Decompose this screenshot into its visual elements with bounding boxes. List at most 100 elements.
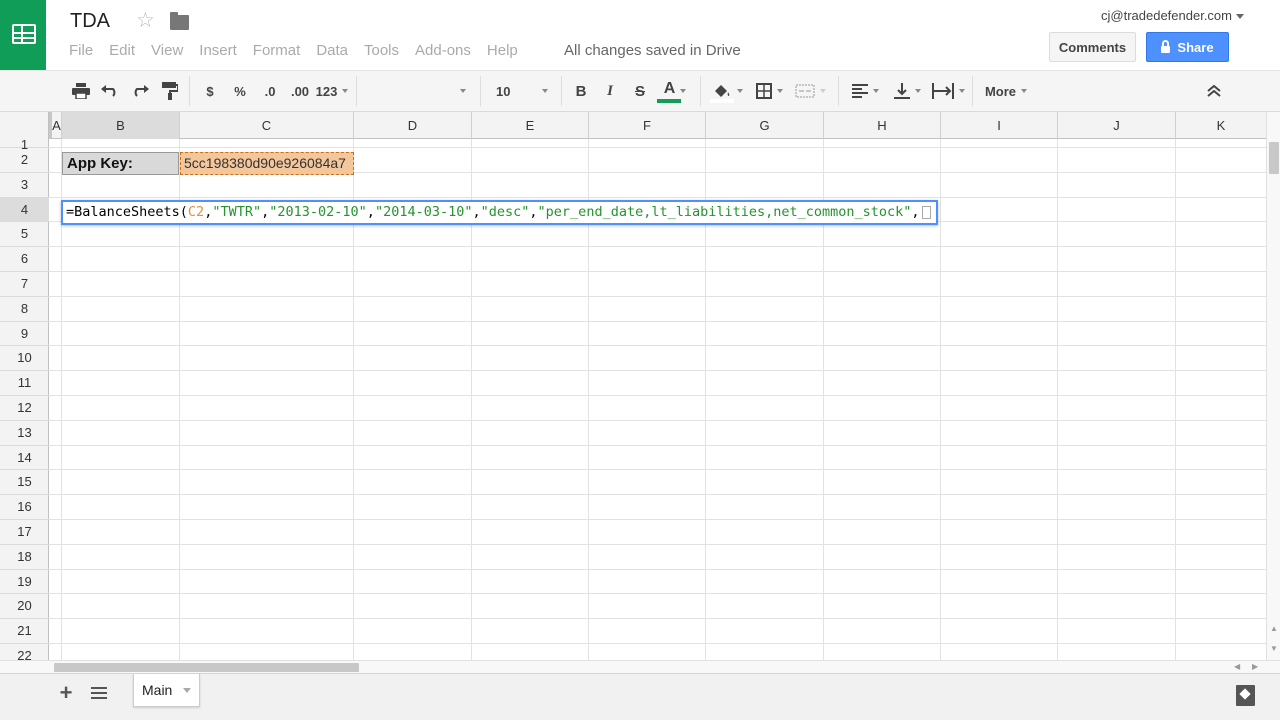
folder-icon[interactable]: [170, 12, 189, 30]
share-button[interactable]: Share: [1146, 32, 1229, 62]
menu-help[interactable]: Help: [479, 42, 526, 60]
vertical-align-button[interactable]: [888, 71, 926, 111]
column-header-g[interactable]: G: [706, 112, 824, 139]
horizontal-scroll-thumb[interactable]: [54, 663, 359, 672]
formula-arg-fields: "per_end_date,lt_liabilities,net_common_…: [537, 204, 912, 220]
menu-format[interactable]: Format: [245, 42, 309, 60]
format-currency-button[interactable]: $: [198, 71, 222, 111]
menu-data[interactable]: Data: [308, 42, 356, 60]
formula-arg-start-date: "2013-02-10": [269, 204, 367, 220]
row-header-8[interactable]: 8: [0, 297, 49, 322]
row-header-22[interactable]: 22: [0, 644, 49, 660]
vertical-scroll-thumb[interactable]: [1269, 142, 1279, 174]
star-icon[interactable]: ☆: [136, 10, 155, 31]
strikethrough-icon[interactable]: S: [629, 71, 651, 111]
scroll-up-icon[interactable]: ▲: [1270, 624, 1278, 634]
row-header-9[interactable]: 9: [0, 322, 49, 347]
row-header-15[interactable]: 15: [0, 470, 49, 496]
chevron-down-icon: [342, 89, 349, 93]
row-header-10[interactable]: 10: [0, 346, 49, 372]
column-header-h[interactable]: H: [824, 112, 941, 139]
italic-icon[interactable]: I: [599, 71, 621, 111]
comments-button[interactable]: Comments: [1049, 32, 1136, 62]
scroll-right-icon[interactable]: ▶: [1252, 662, 1258, 672]
collapse-menus-icon[interactable]: [1203, 71, 1225, 111]
column-header-d[interactable]: D: [354, 112, 472, 139]
scroll-left-icon[interactable]: ◀: [1234, 662, 1240, 672]
format-percent-button[interactable]: %: [228, 71, 252, 111]
formula-separator: ,: [529, 204, 538, 220]
row-header-11[interactable]: 11: [0, 371, 49, 396]
row-header-1[interactable]: 1: [0, 138, 49, 151]
sheet-tab-main[interactable]: Main: [133, 674, 200, 707]
row-header-19[interactable]: 19: [0, 570, 49, 595]
row-header-14[interactable]: 14: [0, 446, 49, 471]
row-header-21[interactable]: 21: [0, 619, 49, 644]
cell-b4-formula-editor[interactable]: =BalanceSheets(C2,"TWTR","2013-02-10","2…: [61, 200, 938, 225]
document-title[interactable]: TDA: [70, 10, 110, 33]
select-all-corner[interactable]: [0, 112, 52, 139]
font-size-value: 10: [496, 83, 511, 99]
column-header-b[interactable]: B: [62, 112, 180, 139]
cell-b2[interactable]: App Key:: [62, 152, 179, 175]
column-header-c[interactable]: C: [180, 112, 354, 139]
account-dropdown-icon[interactable]: [1236, 14, 1244, 19]
column-header-a[interactable]: A: [52, 112, 62, 139]
row-header-2[interactable]: 2: [0, 148, 49, 173]
decrease-decimals-button[interactable]: .0: [256, 71, 284, 111]
menu-file[interactable]: File: [61, 42, 101, 60]
horizontal-align-button[interactable]: [846, 71, 884, 111]
cell-area[interactable]: App Key: 5cc198380d90e926084a7 =BalanceS…: [49, 139, 1266, 660]
menu-edit[interactable]: Edit: [101, 42, 143, 60]
text-color-button[interactable]: A: [656, 71, 694, 111]
redo-icon[interactable]: [129, 71, 151, 111]
all-sheets-icon[interactable]: [91, 687, 107, 699]
merge-cells-button[interactable]: [790, 71, 830, 111]
formula-separator: ,: [366, 204, 375, 220]
column-header-e[interactable]: E: [472, 112, 589, 139]
more-button[interactable]: More: [976, 71, 1036, 111]
scroll-down-icon[interactable]: ▼: [1270, 644, 1278, 654]
column-header-i[interactable]: I: [941, 112, 1058, 139]
undo-icon[interactable]: [99, 71, 121, 111]
row-header-20[interactable]: 20: [0, 594, 49, 620]
row-header-12[interactable]: 12: [0, 396, 49, 421]
menu-add-ons[interactable]: Add-ons: [407, 42, 479, 60]
row-header-3[interactable]: 3: [0, 173, 49, 198]
print-icon[interactable]: [70, 71, 92, 111]
column-headers: A B C D E F G H I J K: [0, 112, 1266, 139]
row-header-6[interactable]: 6: [0, 247, 49, 272]
row-header-18[interactable]: 18: [0, 545, 49, 570]
font-family-select[interactable]: [360, 71, 470, 111]
column-header-j[interactable]: J: [1058, 112, 1176, 139]
borders-button[interactable]: [752, 71, 786, 111]
menu-view[interactable]: View: [143, 42, 191, 60]
fill-color-button[interactable]: [708, 71, 746, 111]
row-header-16[interactable]: 16: [0, 495, 49, 520]
row-header-7[interactable]: 7: [0, 272, 49, 297]
save-status[interactable]: All changes saved in Drive: [564, 42, 741, 60]
menu-insert[interactable]: Insert: [191, 42, 245, 60]
chevron-down-icon[interactable]: [183, 687, 192, 693]
text-wrap-button[interactable]: [928, 71, 968, 111]
row-header-5[interactable]: 5: [0, 222, 49, 248]
explore-icon[interactable]: [1236, 685, 1255, 706]
bold-icon[interactable]: B: [570, 71, 592, 111]
sheets-logo-icon[interactable]: [0, 0, 46, 70]
row-header-17[interactable]: 17: [0, 520, 49, 545]
vertical-scrollbar[interactable]: ▲ ▼: [1266, 112, 1280, 660]
user-email[interactable]: cj@tradedefender.com: [1101, 8, 1232, 23]
font-size-select[interactable]: 10: [488, 71, 556, 111]
menu-tools[interactable]: Tools: [356, 42, 407, 60]
cell-c2[interactable]: 5cc198380d90e926084a7: [180, 152, 354, 175]
row-header-4[interactable]: 4: [0, 197, 49, 223]
horizontal-scrollbar[interactable]: ◀ ▶: [0, 660, 1280, 673]
column-header-k[interactable]: K: [1176, 112, 1266, 139]
row-header-13[interactable]: 13: [0, 421, 49, 446]
add-sheet-icon[interactable]: +: [55, 682, 77, 704]
increase-decimals-button[interactable]: .00: [285, 71, 315, 111]
more-formats-button[interactable]: 123: [313, 71, 351, 111]
paint-format-icon[interactable]: [159, 71, 181, 111]
align-left-icon: [851, 84, 868, 98]
column-header-f[interactable]: F: [589, 112, 706, 139]
